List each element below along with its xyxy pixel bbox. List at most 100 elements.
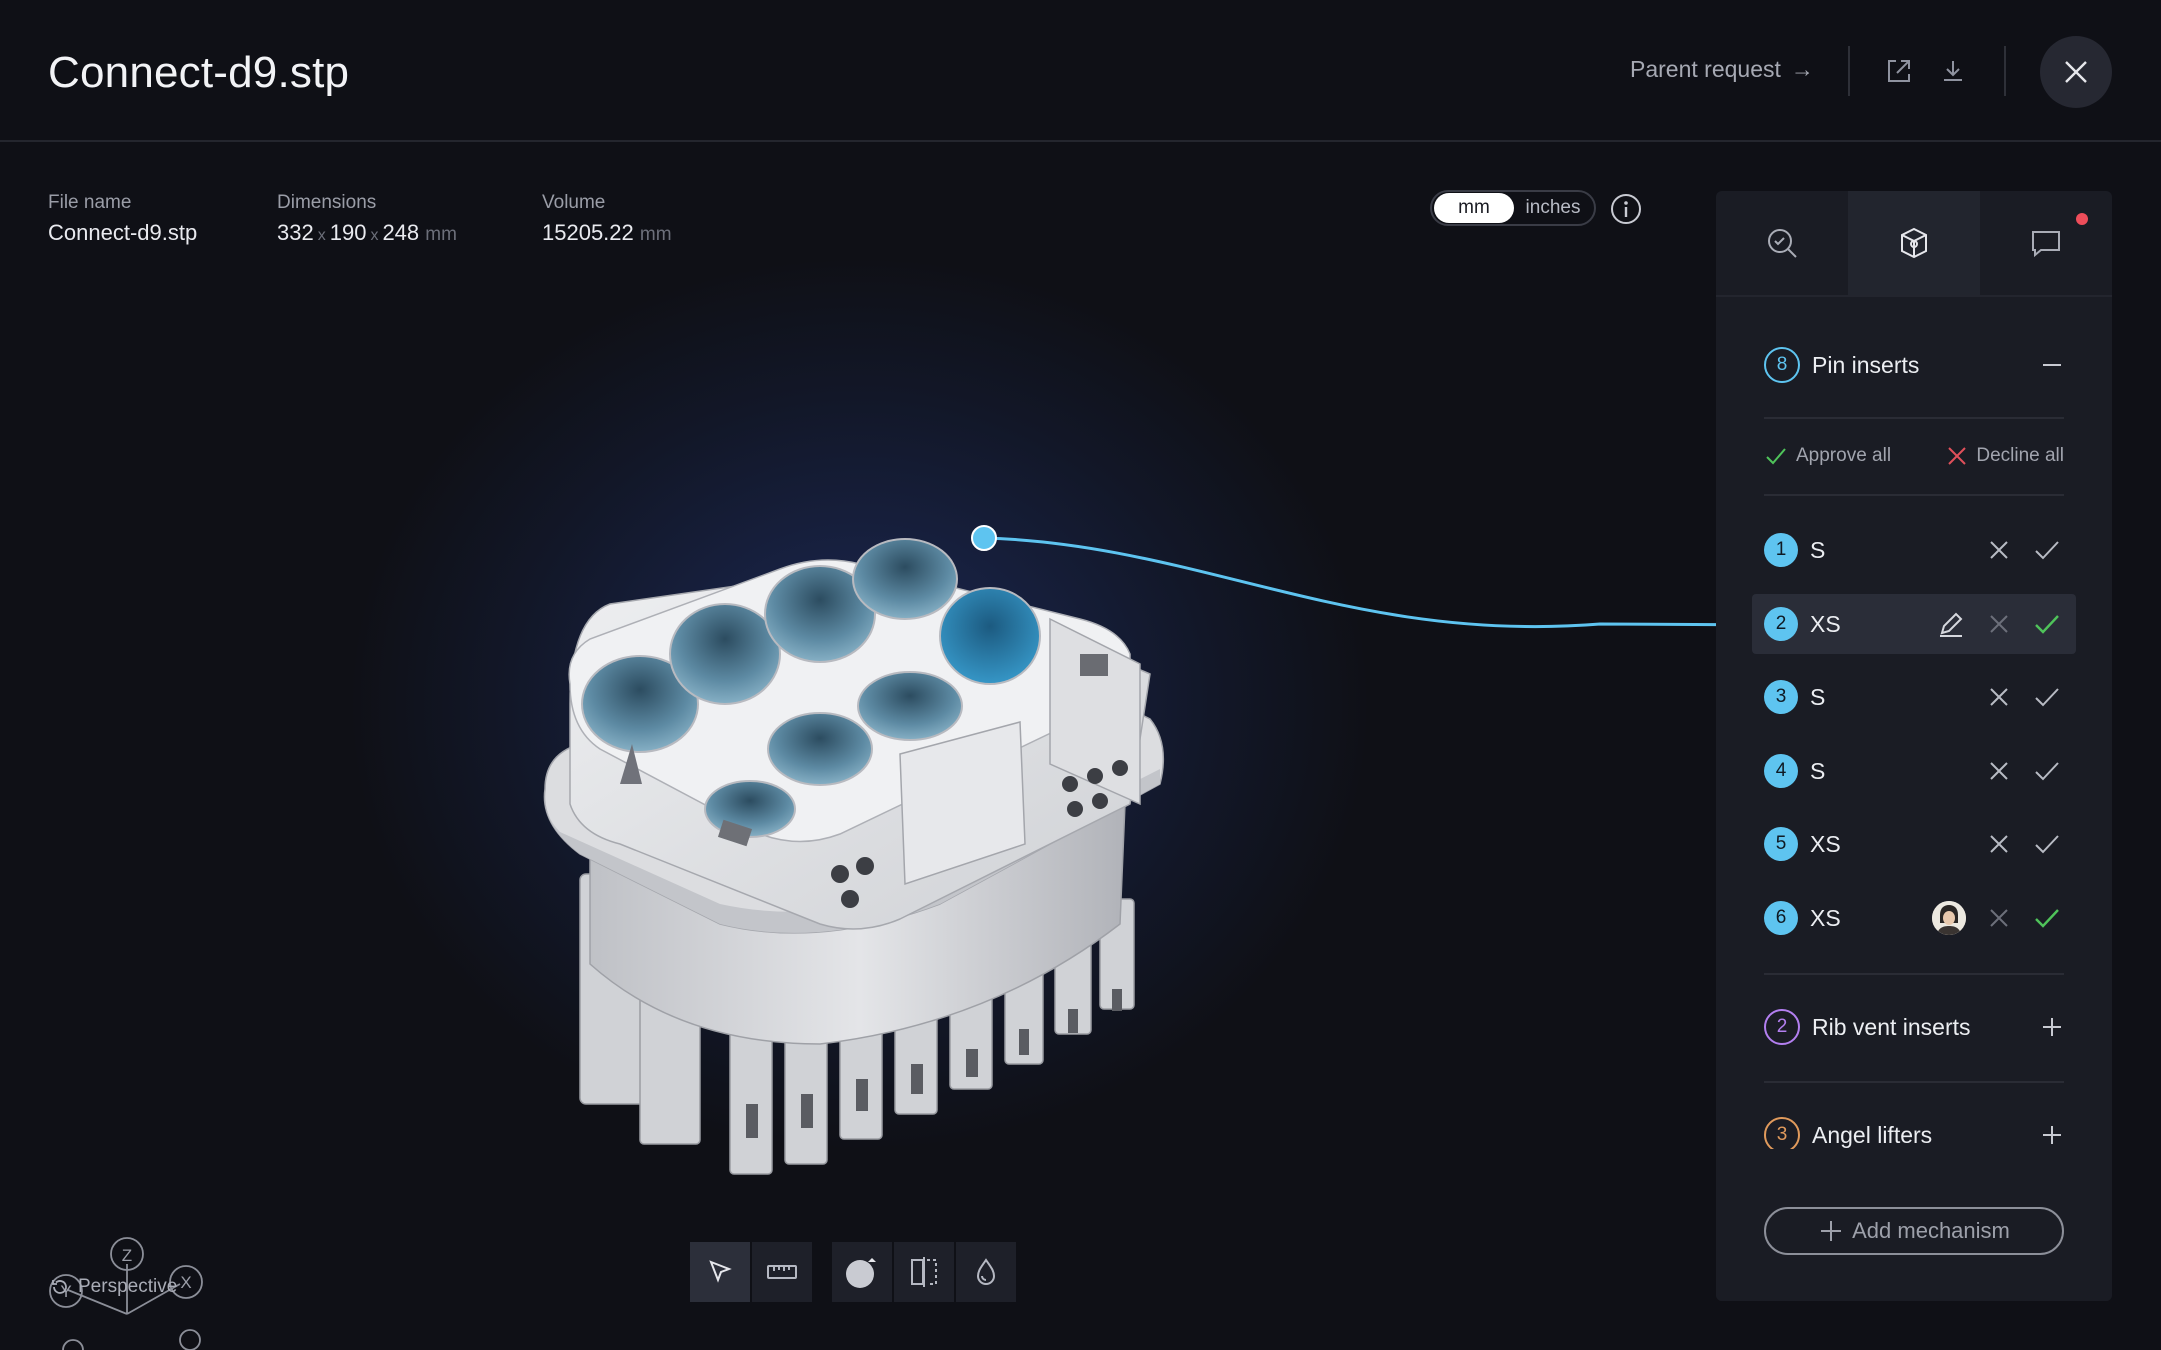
panel-tabs — [1716, 191, 2112, 297]
approve-button[interactable] — [2032, 756, 2062, 786]
cross-icon — [1990, 688, 2008, 706]
tab-comments[interactable] — [1980, 191, 2112, 295]
dimensions-value: 332 x 190 x 248 mm — [277, 220, 457, 246]
download-icon[interactable] — [1938, 56, 1968, 86]
pin-row[interactable]: 2 XS — [1752, 594, 2076, 654]
decline-all-button[interactable]: Decline all — [1946, 444, 2064, 468]
divider — [1764, 1081, 2064, 1083]
header-divider — [2004, 46, 2006, 96]
file-name-value: Connect-d9.stp — [48, 220, 198, 245]
dim-unit: mm — [425, 224, 457, 245]
angel-lifters-count: 3 — [1764, 1117, 1800, 1153]
pencil-icon — [1940, 612, 1963, 637]
parent-request-link[interactable]: Parent request → — [1630, 56, 1814, 83]
check-icon — [2035, 688, 2059, 707]
material-tool-button[interactable] — [956, 1242, 1016, 1302]
decline-button[interactable] — [1984, 609, 2014, 639]
info-icon[interactable] — [1610, 193, 1642, 225]
decline-button[interactable] — [1984, 756, 2014, 786]
section-rib-vent-inserts[interactable]: 2 Rib vent inserts — [1764, 1005, 2064, 1049]
connector-3d-model[interactable] — [520, 404, 1180, 1244]
toolbar-select-group — [690, 1242, 812, 1302]
meta-file-name: File name Connect-d9.stp — [48, 192, 197, 246]
shading-tool-button[interactable] — [832, 1242, 892, 1302]
check-icon — [2035, 909, 2059, 928]
add-mechanism-button[interactable]: Add mechanism — [1764, 1207, 2064, 1255]
pin-row[interactable]: 5 XS — [1752, 814, 2076, 874]
check-icon — [2035, 835, 2059, 854]
select-tool-button[interactable] — [690, 1242, 750, 1302]
pin-size: XS — [1810, 830, 1841, 857]
unit-inches-option[interactable]: inches — [1514, 193, 1592, 223]
split-view-icon — [911, 1257, 937, 1287]
check-icon — [2035, 762, 2059, 781]
edit-button[interactable] — [1936, 609, 1966, 639]
decline-all-label: Decline all — [1976, 445, 2064, 466]
pin-row[interactable]: 1 S — [1752, 520, 2076, 580]
cross-icon — [1990, 541, 2008, 559]
add-mechanism-label: Add mechanism — [1852, 1218, 2010, 1243]
close-icon — [2065, 61, 2087, 83]
divider — [1764, 973, 2064, 975]
pin-number: 2 — [1764, 607, 1798, 641]
approve-all-label: Approve all — [1796, 445, 1892, 466]
dim-y: 190 — [329, 220, 367, 245]
meta-dimensions: Dimensions 332 x 190 x 248 mm — [277, 192, 457, 246]
approve-button[interactable] — [2032, 609, 2062, 639]
cross-icon — [1990, 615, 2008, 633]
cross-icon — [1990, 909, 2008, 927]
unit-mm-option[interactable]: mm — [1434, 193, 1514, 223]
cross-icon — [1990, 835, 2008, 853]
approve-button[interactable] — [2032, 535, 2062, 565]
user-avatar-icon — [1932, 901, 1966, 935]
approve-button[interactable] — [2032, 903, 2062, 933]
mechanism-panel: 8 Pin inserts Approve all Decline all 1 … — [1716, 191, 2112, 1301]
approve-button[interactable] — [2032, 682, 2062, 712]
file-name-label: File name — [48, 192, 132, 213]
approve-button[interactable] — [2032, 829, 2062, 859]
pin-row[interactable]: 6 XS — [1752, 888, 2076, 948]
expand-icon[interactable] — [2040, 1123, 2064, 1147]
unit-toggle[interactable]: mm inches — [1430, 190, 1596, 226]
pin-inserts-count: 8 — [1764, 347, 1800, 383]
measure-tool-button[interactable] — [752, 1242, 812, 1302]
check-icon — [1766, 448, 1786, 465]
3d-viewport[interactable]: Z Y X — [0, 144, 1716, 1350]
expand-icon[interactable] — [2040, 1015, 2064, 1039]
section-tool-button[interactable] — [894, 1242, 954, 1302]
pin-row[interactable]: 3 S — [1752, 667, 2076, 727]
angel-lifters-title: Angel lifters — [1812, 1121, 1933, 1148]
tab-inspect[interactable] — [1716, 191, 1848, 295]
cross-icon — [1948, 447, 1967, 465]
toolbar-view-group — [832, 1242, 1016, 1302]
pin-number: 1 — [1764, 533, 1798, 567]
approve-all-button[interactable]: Approve all — [1764, 444, 1891, 468]
pin-number: 4 — [1764, 754, 1798, 788]
volume-number: 15205.22 — [542, 220, 634, 245]
reviewer-avatar[interactable] — [1932, 901, 1966, 935]
plus-icon — [1821, 1221, 1842, 1241]
perspective-toggle[interactable]: Perspective — [50, 1276, 177, 1298]
check-icon — [2035, 615, 2059, 634]
section-pin-inserts[interactable]: 8 Pin inserts — [1764, 343, 2064, 387]
pin-number: 5 — [1764, 827, 1798, 861]
collapse-icon[interactable] — [2040, 353, 2064, 377]
rotate-icon — [52, 1280, 67, 1294]
check-icon — [2035, 541, 2059, 560]
page-title: Connect-d9.stp — [48, 48, 350, 97]
divider — [1764, 417, 2064, 419]
close-button[interactable] — [2040, 36, 2112, 108]
dim-separator: x — [317, 227, 326, 244]
tab-mechanisms[interactable] — [1848, 191, 1980, 295]
decline-button[interactable] — [1984, 682, 2014, 712]
bulk-actions: Approve all Decline all — [1764, 444, 2064, 468]
pin-size: S — [1810, 536, 1826, 563]
decline-button[interactable] — [1984, 829, 2014, 859]
axis-z-label: Z — [122, 1246, 132, 1265]
open-external-icon[interactable] — [1884, 56, 1914, 86]
drop-icon — [976, 1258, 996, 1285]
search-check-icon — [1768, 229, 1797, 258]
pin-row[interactable]: 4 S — [1752, 741, 2076, 801]
decline-button[interactable] — [1984, 535, 2014, 565]
decline-button[interactable] — [1984, 903, 2014, 933]
